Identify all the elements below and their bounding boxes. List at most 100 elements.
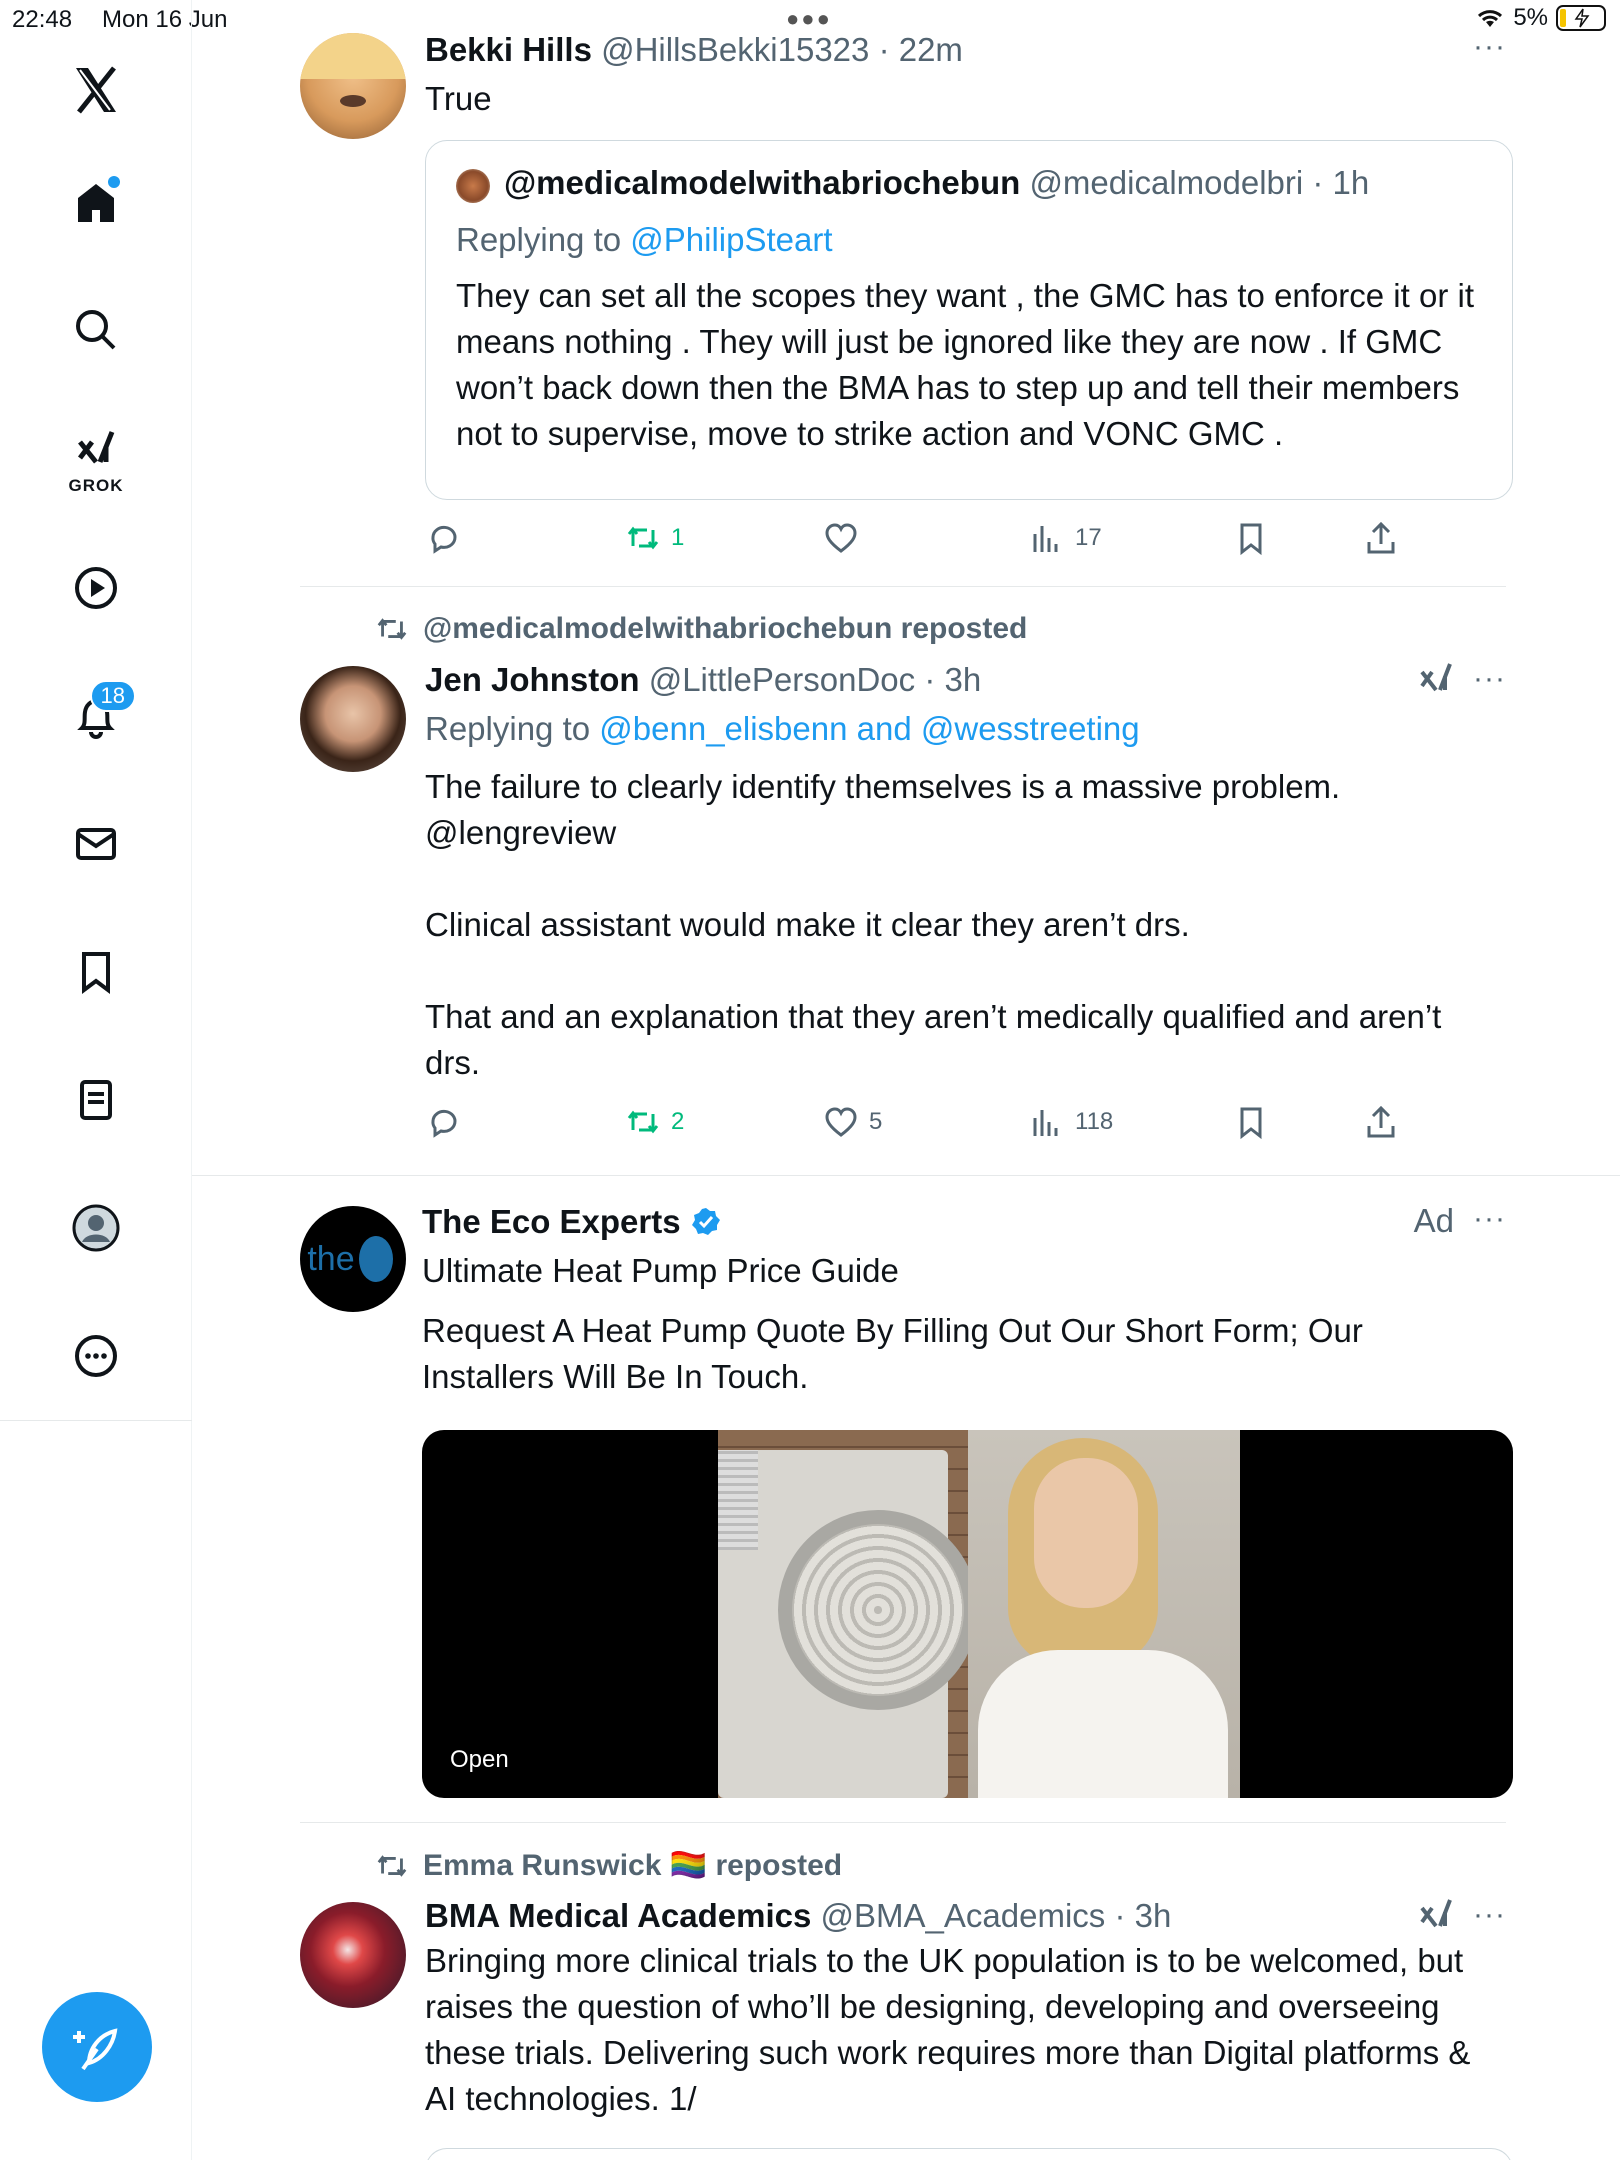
tweet-header: Jen Johnston @LittlePersonDoc · 3h	[425, 658, 1506, 702]
tweet-time[interactable]: · 22m	[879, 31, 963, 68]
more-options-icon[interactable]: ···	[1473, 662, 1506, 696]
tweet-actions: 2 5 118	[425, 1104, 1505, 1154]
quote-avatar[interactable]	[456, 169, 490, 203]
views-button[interactable]: 118	[1029, 1104, 1113, 1140]
share-icon	[1367, 1105, 1395, 1138]
author-name[interactable]: Jen Johnston	[425, 661, 640, 698]
quote-author-name[interactable]: @medicalmodelwithabriochebun	[504, 164, 1020, 201]
grok-label: GROK	[68, 476, 124, 495]
timeline-feed: Bekki Hills @HillsBekki15323 · 22m True …	[192, 0, 1620, 2160]
ad-tweet[interactable]: the The Eco Experts Ultimate Heat Pump P…	[300, 1200, 1513, 1800]
tweet-text-p2: Clinical assistant would make it clear t…	[425, 906, 1190, 943]
ad-media[interactable]: Open	[422, 1430, 1513, 1798]
tweet-time[interactable]: · 3h	[924, 661, 981, 698]
bookmark-icon[interactable]	[56, 932, 136, 1012]
avatar[interactable]	[300, 33, 406, 139]
views-count: 17	[1075, 524, 1102, 551]
ad-person-photo	[968, 1430, 1240, 1798]
avatar[interactable]: the	[300, 1206, 406, 1312]
author-handle[interactable]: @HillsBekki15323	[601, 31, 869, 68]
like-button[interactable]: 5	[823, 1104, 882, 1140]
repost-by-text: Emma Runswick 🏳️‍🌈 reposted	[423, 1849, 843, 1882]
bookmark-button[interactable]	[1233, 520, 1269, 556]
tweet-text-line1: The failure to clearly identify themselv…	[425, 768, 1341, 805]
notification-count-badge: 18	[89, 680, 136, 712]
profile-icon[interactable]	[56, 1188, 136, 1268]
grok-icon[interactable]	[1418, 1896, 1454, 1940]
author-handle[interactable]: @LittlePersonDoc	[649, 661, 915, 698]
tweet-header: Bekki Hills @HillsBekki15323 · 22m	[425, 28, 1506, 72]
advertiser-logo-text: the	[307, 1239, 355, 1278]
replying-prefix: Replying to	[425, 710, 591, 747]
tweet-actions: 1 17	[425, 520, 1505, 570]
tweet-header: The Eco Experts	[422, 1200, 1506, 1244]
author-name[interactable]: Bekki Hills	[425, 31, 592, 68]
verified-icon	[691, 1208, 720, 1235]
repost-icon	[377, 618, 407, 640]
sidebar: GROK 18	[0, 0, 192, 2160]
ad-label: Ad	[1413, 1202, 1454, 1239]
grok-icon[interactable]	[1418, 660, 1454, 704]
more-options-icon[interactable]: ···	[1473, 1898, 1506, 1932]
bell-icon[interactable]: 18	[56, 676, 136, 756]
tweet-time[interactable]: · 3h	[1114, 1897, 1171, 1934]
replying-to: Replying to @benn_elisbenn and @wesstree…	[425, 706, 1506, 752]
tweet[interactable]: Emma Runswick 🏳️‍🌈 reposted BMA Medical …	[300, 1848, 1513, 2160]
views-button[interactable]: 17	[1029, 520, 1102, 556]
tweet-text: Bringing more clinical trials to the UK …	[425, 1942, 1471, 2117]
video-icon[interactable]	[56, 548, 136, 628]
repost-count: 1	[671, 524, 685, 551]
bookmark-icon	[1240, 523, 1262, 556]
open-link[interactable]: Open	[450, 1746, 509, 1774]
quote-text: They can set all the scopes they want , …	[456, 277, 1474, 452]
list-icon[interactable]	[56, 1060, 136, 1140]
quoted-tweet[interactable]: @medicalmodelwithabriochebun @medicalmod…	[425, 140, 1513, 500]
replying-to-link[interactable]: @benn_elisbenn and @wesstreeting	[599, 710, 1139, 747]
author-name[interactable]: BMA Medical Academics	[425, 1897, 811, 1934]
avatar[interactable]	[300, 1902, 406, 2008]
share-button[interactable]	[1363, 520, 1399, 556]
more-options-icon[interactable]: ···	[1473, 30, 1506, 64]
reply-icon	[431, 525, 457, 554]
home-icon[interactable]	[56, 162, 136, 242]
author-handle[interactable]: @BMA_Academics	[821, 1897, 1106, 1934]
tweet[interactable]: Bekki Hills @HillsBekki15323 · 22m True …	[300, 28, 1513, 583]
replying-to-link[interactable]: @PhilipSteart	[630, 221, 832, 258]
quote-time: · 1h	[1312, 164, 1370, 201]
repost-button[interactable]: 2	[625, 1104, 684, 1140]
tweet-divider	[300, 586, 1506, 587]
quote-author-handle[interactable]: @medicalmodelbri	[1029, 164, 1303, 201]
like-icon	[825, 523, 857, 553]
sidebar-divider	[0, 1420, 192, 1421]
grok-icon[interactable]: GROK	[56, 418, 136, 498]
reply-button[interactable]	[425, 1104, 461, 1140]
tweet-text: True	[425, 80, 492, 117]
tweet-header: BMA Medical Academics @BMA_Academics · 3…	[425, 1894, 1506, 1938]
avatar[interactable]	[300, 666, 406, 772]
tweet-divider	[300, 1822, 1506, 1823]
mention-link[interactable]: @lengreview	[425, 810, 1506, 856]
repost-attribution[interactable]: @medicalmodelwithabriochebun reposted	[375, 612, 1027, 646]
x-logo-icon[interactable]	[56, 50, 136, 130]
author-name[interactable]: The Eco Experts	[422, 1203, 681, 1240]
heat-pump-unit	[718, 1450, 978, 1798]
repost-icon	[627, 526, 659, 550]
share-button[interactable]	[1363, 1104, 1399, 1140]
repost-button[interactable]: 1	[625, 520, 684, 556]
search-icon[interactable]	[56, 290, 136, 370]
like-button[interactable]	[823, 520, 859, 556]
quote-header: @medicalmodelwithabriochebun @medicalmod…	[504, 161, 1369, 205]
more-options-icon[interactable]: ···	[1473, 1202, 1506, 1236]
compose-button[interactable]	[42, 1992, 152, 2102]
reply-button[interactable]	[425, 520, 461, 556]
embedded-card[interactable]	[425, 2148, 1513, 2160]
mail-icon[interactable]	[56, 804, 136, 884]
tweet[interactable]: @medicalmodelwithabriochebun reposted Je…	[300, 612, 1506, 1172]
share-icon	[1367, 521, 1395, 554]
repost-icon	[377, 1854, 407, 1877]
views-icon	[1033, 526, 1058, 552]
like-count: 5	[869, 1108, 883, 1135]
bookmark-button[interactable]	[1233, 1104, 1269, 1140]
more-icon[interactable]	[56, 1316, 136, 1396]
repost-attribution[interactable]: Emma Runswick 🏳️‍🌈 reposted	[375, 1848, 842, 1883]
